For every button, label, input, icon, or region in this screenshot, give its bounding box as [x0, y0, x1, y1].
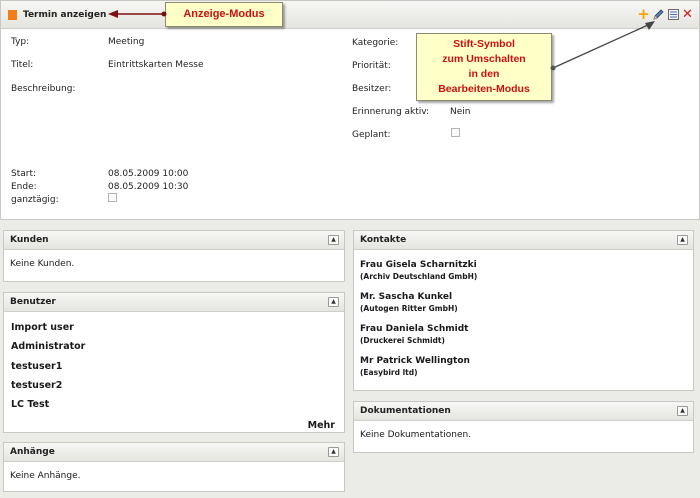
contacts-panel: Kontakte ▲ Frau Gisela Scharnitzki (Arch… — [353, 230, 694, 391]
collapse-icon[interactable]: ▲ — [328, 297, 339, 307]
end-value: 08.05.2009 10:30 — [108, 182, 189, 192]
documentation-panel: Dokumentationen ▲ Keine Dokumentationen. — [353, 401, 694, 453]
pen-callout-line-3: in den — [468, 68, 500, 80]
contacts-panel-header: Kontakte ▲ — [354, 231, 693, 250]
allday-label: ganztägig: — [11, 195, 59, 205]
delete-icon[interactable]: ✕ — [681, 8, 694, 21]
field-label-category: Kategorie: — [352, 38, 399, 48]
pen-callout-line-1: Stift-Symbol — [453, 38, 515, 50]
attachments-panel-title: Anhänge — [10, 447, 55, 457]
appointment-panel-title: Termin anzeigen — [23, 10, 107, 20]
pen-callout-line-4: Bearbeiten-Modus — [438, 83, 530, 95]
customers-panel-header: Kunden ▲ — [4, 231, 344, 250]
field-label-type: Typ: — [11, 37, 30, 47]
customers-panel-title: Kunden — [10, 235, 49, 245]
users-panel-title: Benutzer — [10, 297, 56, 307]
start-value: 08.05.2009 10:00 — [108, 169, 189, 179]
planned-checkbox — [451, 128, 460, 137]
pencil-icon[interactable] — [652, 8, 665, 21]
contact-item[interactable]: Frau Gisela Scharnitzki (Archiv Deutschl… — [360, 260, 687, 281]
documentation-empty-text: Keine Dokumentationen. — [360, 430, 472, 440]
user-item[interactable]: LC Test — [11, 399, 49, 410]
contact-org: (Easybird ltd) — [360, 368, 418, 377]
field-value-reminder: Nein — [450, 107, 471, 117]
add-icon[interactable]: + — [637, 7, 650, 22]
user-item[interactable]: Import user — [11, 322, 74, 333]
users-panel: Benutzer ▲ Import user Administrator tes… — [3, 292, 345, 433]
start-label: Start: — [11, 169, 37, 179]
field-value-type: Meeting — [108, 37, 145, 47]
pen-callout-line-2: zum Umschalten — [442, 53, 526, 65]
field-label-description: Beschreibung: — [11, 84, 76, 94]
contacts-panel-title: Kontakte — [360, 235, 407, 245]
customers-empty-text: Keine Kunden. — [10, 259, 75, 269]
field-label-owner: Besitzer: — [352, 84, 392, 94]
allday-checkbox — [108, 193, 117, 202]
attachments-empty-text: Keine Anhänge. — [10, 471, 81, 481]
contact-name: Frau Daniela Schmidt — [360, 324, 469, 334]
field-label-title: Titel: — [11, 60, 34, 70]
field-label-priority: Priorität: — [352, 61, 391, 71]
attachments-panel: Anhänge ▲ Keine Anhänge. — [3, 442, 345, 492]
user-item[interactable]: testuser2 — [11, 380, 62, 391]
collapse-icon[interactable]: ▲ — [328, 235, 339, 245]
contact-name: Mr. Sascha Kunkel — [360, 292, 453, 302]
attachments-panel-header: Anhänge ▲ — [4, 443, 344, 462]
contact-name: Mr Patrick Wellington — [360, 356, 470, 366]
pen-callout: Stift-Symbol zum Umschalten in den Bearb… — [416, 33, 552, 101]
list-icon[interactable] — [667, 8, 680, 21]
customers-panel: Kunden ▲ Keine Kunden. — [3, 230, 345, 282]
contact-org: (Autogen Ritter GmbH) — [360, 304, 458, 313]
field-label-reminder: Erinnerung aktiv: — [352, 107, 430, 117]
end-label: Ende: — [11, 182, 37, 192]
contact-item[interactable]: Mr Patrick Wellington (Easybird ltd) — [360, 356, 687, 377]
documentation-panel-header: Dokumentationen ▲ — [354, 402, 693, 421]
mode-callout-text: Anzeige-Modus — [183, 8, 265, 20]
mode-callout: Anzeige-Modus — [165, 2, 283, 27]
contact-org: (Druckerei Schmidt) — [360, 336, 445, 345]
contact-item[interactable]: Mr. Sascha Kunkel (Autogen Ritter GmbH) — [360, 292, 687, 313]
documentation-panel-title: Dokumentationen — [360, 406, 451, 416]
field-label-planned: Geplant: — [352, 130, 391, 140]
user-item[interactable]: Administrator — [11, 341, 85, 352]
contact-item[interactable]: Frau Daniela Schmidt (Druckerei Schmidt) — [360, 324, 687, 345]
collapse-icon[interactable]: ▲ — [328, 447, 339, 457]
collapse-icon[interactable]: ▲ — [677, 235, 688, 245]
more-link[interactable]: Mehr — [308, 420, 335, 431]
user-item[interactable]: testuser1 — [11, 361, 62, 372]
contact-org: (Archiv Deutschland GmbH) — [360, 272, 478, 281]
appointment-color-marker — [8, 10, 17, 20]
appointment-panel: Termin anzeigen + ✕ Typ: Meeting Titel: … — [0, 0, 700, 220]
field-value-title: Eintrittskarten Messe — [108, 60, 204, 70]
users-panel-header: Benutzer ▲ — [4, 293, 344, 312]
contact-name: Frau Gisela Scharnitzki — [360, 260, 477, 270]
appointment-panel-header: Termin anzeigen + ✕ — [1, 1, 699, 29]
collapse-icon[interactable]: ▲ — [677, 406, 688, 416]
